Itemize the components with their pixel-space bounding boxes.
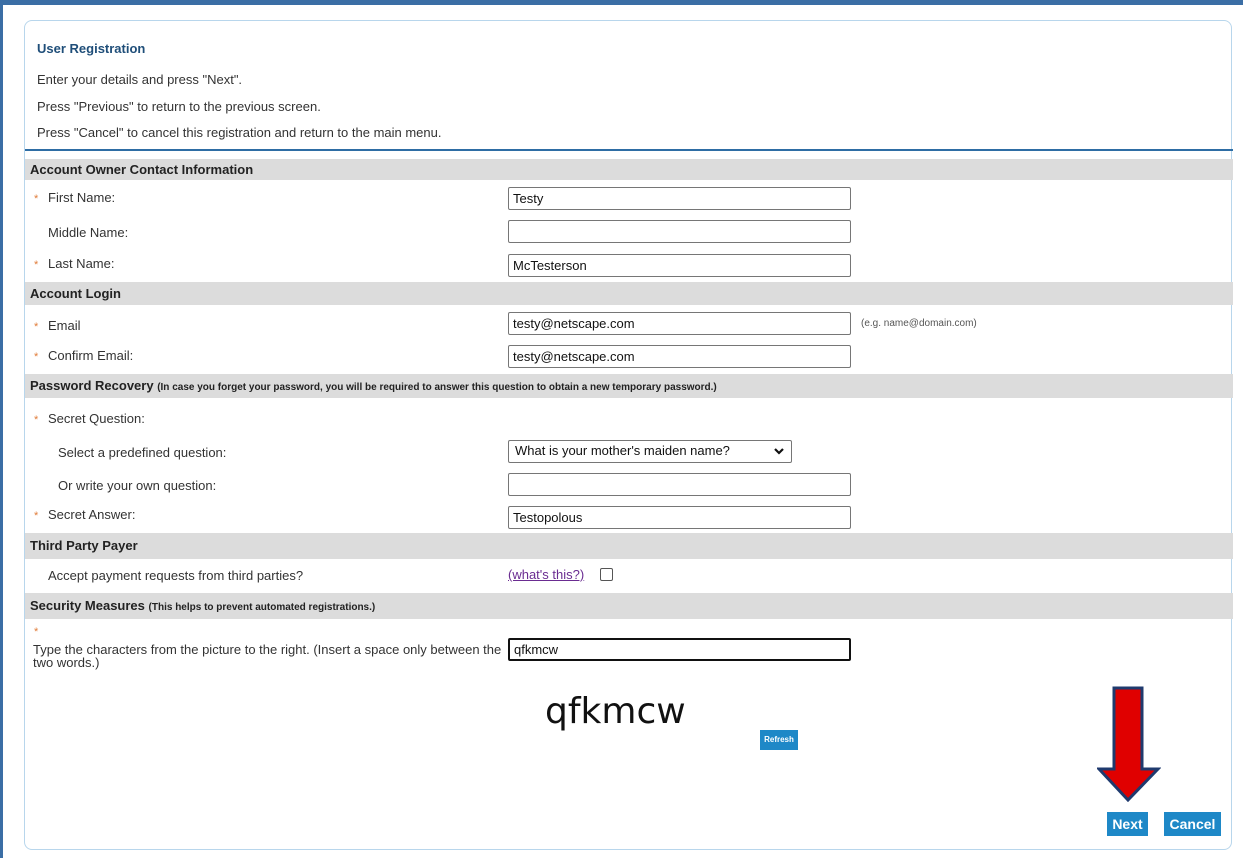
secret-answer-label: Secret Answer: <box>48 507 136 522</box>
required-marker: * <box>34 351 39 363</box>
section-account-login: Account Login <box>25 282 1233 305</box>
first-name-input[interactable] <box>508 187 851 210</box>
refresh-captcha-button[interactable]: Refresh <box>760 730 798 750</box>
page-title: User Registration <box>37 41 146 56</box>
secret-question-label: Secret Question: <box>48 411 145 426</box>
required-marker: * <box>34 259 39 271</box>
confirm-email-label: Confirm Email: <box>48 348 134 363</box>
middle-name-label: Middle Name: <box>48 225 129 240</box>
captcha-input[interactable] <box>508 638 851 661</box>
section-security-note: (This helps to prevent automated registr… <box>148 602 376 613</box>
section-contact-info: Account Owner Contact Information <box>25 159 1233 180</box>
predefined-question-value: What is your mother's maiden name? <box>515 443 730 458</box>
arrow-down-icon <box>1097 686 1161 802</box>
section-security-title: Security Measures <box>30 598 145 613</box>
secret-answer-input[interactable] <box>508 506 851 529</box>
required-marker: * <box>34 321 39 333</box>
section-login-title: Account Login <box>30 286 121 301</box>
intro-line-previous: Press "Previous" to return to the previo… <box>37 99 321 114</box>
captcha-instruction: Type the characters from the picture to … <box>33 642 502 670</box>
middle-name-input[interactable] <box>508 220 851 243</box>
registration-panel: User Registration Enter your details and… <box>24 20 1233 850</box>
predefined-question-label: Select a predefined question: <box>58 445 227 460</box>
section-password-recovery: Password Recovery (In case you forget yo… <box>25 374 1233 398</box>
captcha-image: qfkmcw <box>545 691 686 732</box>
section-third-party-payer: Third Party Payer <box>25 533 1233 559</box>
accept-payments-checkbox[interactable] <box>600 568 613 581</box>
email-hint: (e.g. name@domain.com) <box>861 318 977 329</box>
required-marker: * <box>34 414 39 426</box>
next-button[interactable]: Next <box>1107 812 1148 836</box>
first-name-label: First Name: <box>48 190 116 205</box>
intro-line-cancel: Press "Cancel" to cancel this registrati… <box>37 125 442 140</box>
accept-payments-label: Accept payment requests from third parti… <box>48 568 304 583</box>
own-question-input[interactable] <box>508 473 851 496</box>
whats-this-link[interactable]: (what's this?) <box>508 567 584 582</box>
own-question-label: Or write your own question: <box>58 478 217 493</box>
section-third-party-title: Third Party Payer <box>30 538 138 553</box>
last-name-input[interactable] <box>508 254 851 277</box>
section-contact-title: Account Owner Contact Information <box>30 162 254 177</box>
confirm-email-input[interactable] <box>508 345 851 368</box>
section-recovery-note: (In case you forget your password, you w… <box>157 382 717 393</box>
section-security-measures: Security Measures (This helps to prevent… <box>25 593 1233 619</box>
intro-divider <box>25 149 1233 151</box>
email-label: Email <box>48 318 81 333</box>
required-marker: * <box>34 510 39 522</box>
chevron-down-icon <box>773 442 785 463</box>
last-name-label: Last Name: <box>48 256 115 271</box>
required-marker: * <box>34 626 39 638</box>
predefined-question-select[interactable]: What is your mother's maiden name? <box>508 440 792 463</box>
section-recovery-title: Password Recovery <box>30 378 154 393</box>
email-input[interactable] <box>508 312 851 335</box>
intro-line-next: Enter your details and press "Next". <box>37 72 243 87</box>
cancel-button[interactable]: Cancel <box>1164 812 1221 836</box>
window-left-border <box>0 0 3 858</box>
required-marker: * <box>34 193 39 205</box>
window-top-border <box>0 0 1243 5</box>
